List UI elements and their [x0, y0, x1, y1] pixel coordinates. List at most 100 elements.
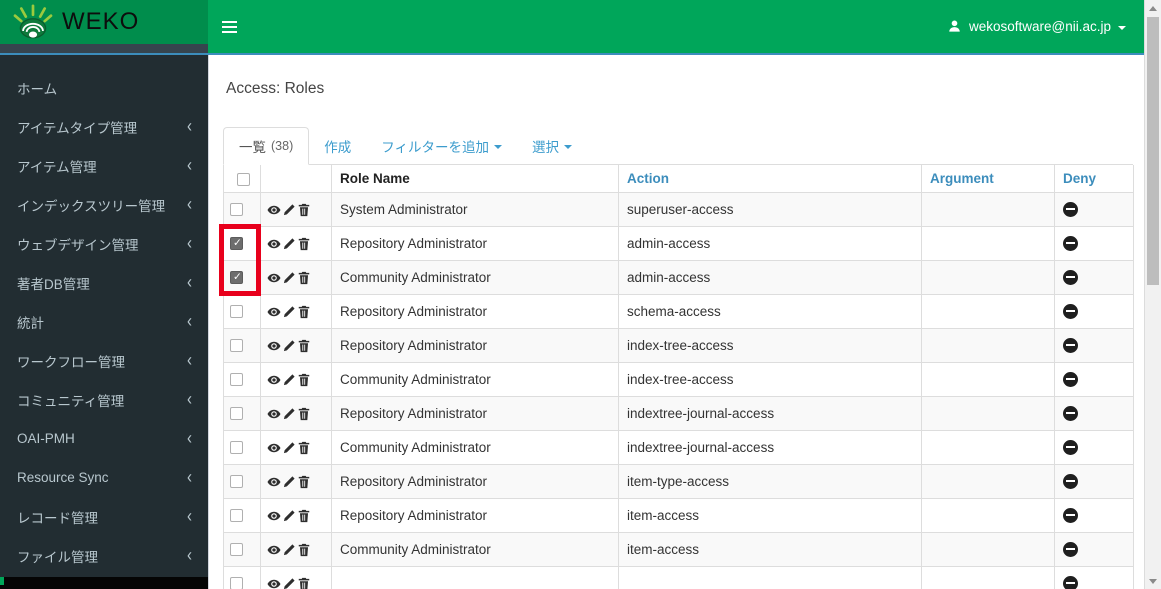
row-select-checkbox[interactable] — [230, 373, 243, 387]
user-email: wekosoftware@nii.ac.jp — [968, 19, 1111, 34]
view-record-button[interactable] — [267, 339, 281, 353]
delete-record-button[interactable] — [297, 543, 311, 557]
tab-list[interactable]: 一覧 (38) — [223, 127, 310, 165]
row-select-checkbox[interactable] — [230, 543, 243, 557]
row-select-checkbox[interactable] — [230, 475, 243, 489]
row-select-checkbox[interactable] — [230, 407, 243, 421]
edit-record-button[interactable] — [282, 339, 296, 353]
edit-record-button[interactable] — [282, 305, 296, 319]
sidebar-item-item-mgmt[interactable]: アイテム管理 ‹ — [0, 146, 208, 185]
row-select-checkbox[interactable] — [230, 305, 243, 319]
tab-select[interactable]: 選択 — [517, 128, 587, 164]
tab-bar: 一覧 (38) 作成 フィルターを追加 選択 — [223, 127, 1133, 165]
app-logo[interactable]: WEKO — [0, 0, 208, 44]
delete-record-button[interactable] — [297, 407, 311, 421]
sidebar-item-home[interactable]: ホーム — [0, 68, 208, 107]
scrollbar-thumb[interactable] — [1147, 17, 1159, 285]
edit-record-button[interactable] — [282, 203, 296, 217]
edit-record-button[interactable] — [282, 543, 296, 557]
sidebar-item-workflow-mgmt[interactable]: ワークフロー管理 ‹ — [0, 341, 208, 380]
select-all-checkbox[interactable] — [237, 172, 250, 186]
role-name-cell: Repository Administrator — [331, 225, 619, 261]
sidebar-toggle-button[interactable] — [212, 0, 256, 53]
sidebar: ホーム アイテムタイプ管理 ‹ アイテム管理 ‹ インデックスツリー管理 ‹ ウェブデ… — [0, 55, 208, 589]
sidebar-item-item-type-mgmt[interactable]: アイテムタイプ管理 ‹ — [0, 107, 208, 146]
delete-record-button[interactable] — [297, 577, 311, 589]
user-icon — [947, 19, 962, 34]
sidebar-item-statistics[interactable]: 統計 ‹ — [0, 302, 208, 341]
view-record-button[interactable] — [267, 373, 281, 387]
chevron-left-icon: ‹ — [187, 233, 192, 254]
sidebar-item-community-mgmt[interactable]: コミュニティ管理 ‹ — [0, 380, 208, 419]
chevron-left-icon: ‹ — [187, 545, 192, 566]
view-record-button[interactable] — [267, 271, 281, 285]
delete-record-button[interactable] — [297, 509, 311, 523]
delete-record-button[interactable] — [297, 441, 311, 455]
view-record-button[interactable] — [267, 305, 281, 319]
action-cell: indextree-journal-access — [618, 395, 922, 431]
column-header-action[interactable]: Action — [618, 165, 922, 193]
delete-record-button[interactable] — [297, 373, 311, 387]
view-record-button[interactable] — [267, 543, 281, 557]
column-header-argument[interactable]: Argument — [921, 165, 1055, 193]
view-record-button[interactable] — [267, 577, 281, 589]
view-record-button[interactable] — [267, 509, 281, 523]
column-header-deny[interactable]: Deny — [1054, 165, 1134, 193]
role-name-cell: System Administrator — [331, 191, 619, 227]
scrollbar-down-arrow[interactable] — [1145, 573, 1161, 589]
argument-cell — [921, 395, 1055, 431]
row-select-checkbox[interactable] — [230, 237, 243, 251]
action-cell: admin-access — [618, 259, 922, 295]
edit-record-button[interactable] — [282, 237, 296, 251]
top-navbar: WEKO wekosoftware@nii.ac.jp — [0, 0, 1144, 55]
edit-record-button[interactable] — [282, 441, 296, 455]
edit-record-button[interactable] — [282, 475, 296, 489]
view-record-button[interactable] — [267, 203, 281, 217]
edit-record-button[interactable] — [282, 407, 296, 421]
delete-record-button[interactable] — [297, 271, 311, 285]
sidebar-item-file-mgmt[interactable]: ファイル管理 ‹ — [0, 536, 208, 575]
delete-record-button[interactable] — [297, 237, 311, 251]
edit-record-button[interactable] — [282, 271, 296, 285]
deny-minus-circle-icon — [1063, 235, 1078, 251]
delete-record-button[interactable] — [297, 339, 311, 353]
sidebar-item-index-tree-mgmt[interactable]: インデックスツリー管理 ‹ — [0, 185, 208, 224]
sidebar-item-resource-sync[interactable]: Resource Sync ‹ — [0, 458, 208, 497]
user-menu[interactable]: wekosoftware@nii.ac.jp — [947, 0, 1126, 53]
row-select-checkbox[interactable] — [230, 339, 243, 353]
role-name-cell: Community Administrator — [331, 361, 619, 397]
tab-add-filter[interactable]: フィルターを追加 — [366, 128, 517, 164]
column-header-role-name: Role Name — [331, 165, 619, 193]
view-record-button[interactable] — [267, 407, 281, 421]
view-record-button[interactable] — [267, 237, 281, 251]
delete-record-button[interactable] — [297, 203, 311, 217]
sidebar-item-record-mgmt[interactable]: レコード管理 ‹ — [0, 497, 208, 536]
table-row: Repository Administrator index-tree-acce… — [223, 327, 1134, 363]
logo-under-strip — [0, 44, 208, 53]
delete-record-button[interactable] — [297, 475, 311, 489]
sidebar-item-author-db-mgmt[interactable]: 著者DB管理 ‹ — [0, 263, 208, 302]
role-name-cell: Repository Administrator — [331, 395, 619, 431]
action-cell: item-type-access — [618, 463, 922, 499]
row-select-checkbox[interactable] — [230, 577, 243, 589]
edit-record-button[interactable] — [282, 373, 296, 387]
role-name-cell: Repository Administrator — [331, 463, 619, 499]
row-select-checkbox[interactable] — [230, 271, 243, 285]
view-record-button[interactable] — [267, 441, 281, 455]
sidebar-item-web-design-mgmt[interactable]: ウェブデザイン管理 ‹ — [0, 224, 208, 263]
view-record-button[interactable] — [267, 475, 281, 489]
row-select-checkbox[interactable] — [230, 203, 243, 217]
caret-down-icon — [563, 145, 572, 149]
edit-record-button[interactable] — [282, 577, 296, 589]
chevron-left-icon: ‹ — [187, 506, 192, 527]
vertical-scrollbar[interactable] — [1144, 0, 1161, 589]
edit-record-button[interactable] — [282, 509, 296, 523]
scrollbar-up-arrow[interactable] — [1145, 0, 1161, 16]
argument-cell — [921, 293, 1055, 329]
delete-record-button[interactable] — [297, 305, 311, 319]
row-select-checkbox[interactable] — [230, 441, 243, 455]
row-select-checkbox[interactable] — [230, 509, 243, 523]
tab-create[interactable]: 作成 — [309, 128, 366, 164]
argument-cell — [921, 259, 1055, 295]
sidebar-item-oai-pmh[interactable]: OAI-PMH ‹ — [0, 419, 208, 458]
